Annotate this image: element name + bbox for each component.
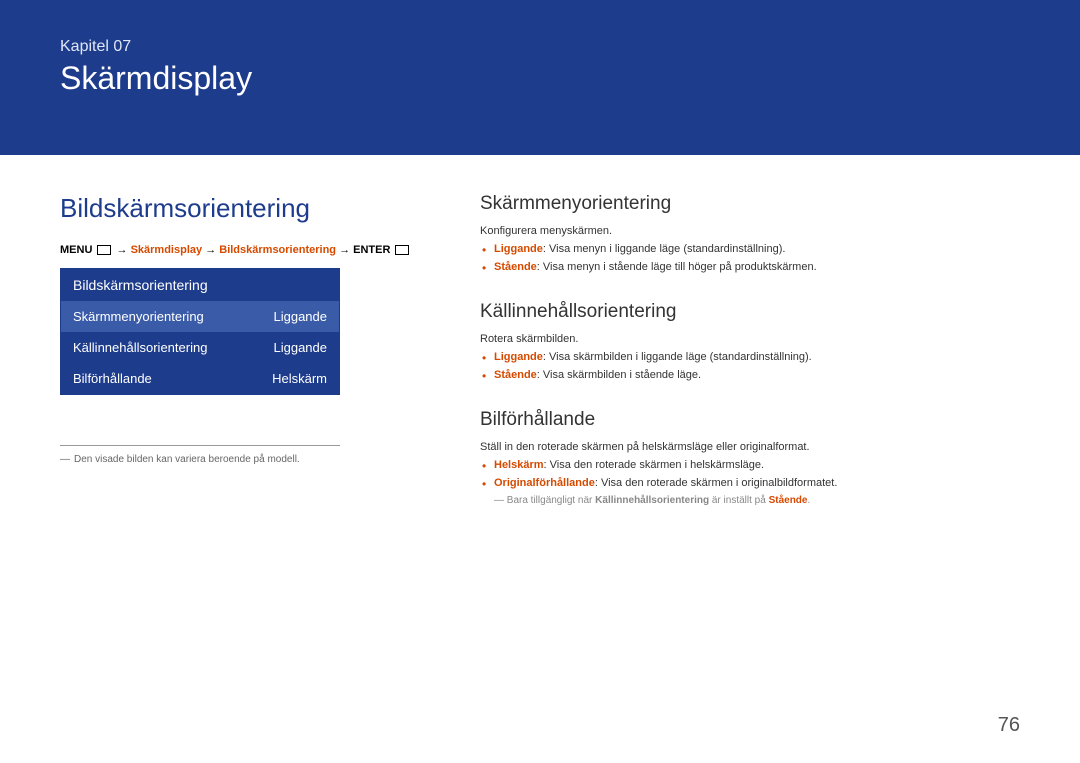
list-item: Helskärm: Visa den roterade skärmen i he… [494,459,1020,471]
desc: : Visa skärmbilden i stående läge. [537,369,701,381]
menu-box-header: Bildskärmsorientering [61,269,339,301]
body-text: Rotera skärmbilden. [480,333,1020,345]
enter-icon [395,245,409,255]
breadcrumb-arrow: → [117,244,128,256]
term: Liggande [494,243,543,255]
desc: : Visa menyn i stående läge till höger p… [537,261,817,273]
footnote-bold: Källinnehållsorientering [595,495,709,506]
breadcrumb-arrow: → [205,244,216,256]
chapter-title: Skärmdisplay [60,60,1020,97]
term: Originalförhållande [494,477,595,489]
bullet-list: Helskärm: Visa den roterade skärmen i he… [480,459,1020,489]
list-item: Originalförhållande: Visa den roterade s… [494,477,1020,489]
term: Helskärm [494,459,544,471]
subsection-title: Källinnehållsorientering [480,301,1020,323]
menu-icon [97,245,111,255]
term: Stående [494,369,537,381]
section-title: Bildskärmsorientering [60,193,440,224]
menu-row-label: Bilförhållande [73,371,152,386]
list-item: Liggande: Visa menyn i liggande läge (st… [494,243,1020,255]
menu-row-label: Skärmmenyorientering [73,309,204,324]
list-item: Stående: Visa menyn i stående läge till … [494,261,1020,273]
desc: : Visa menyn i liggande läge (standardin… [543,243,786,255]
footnote-mid: är inställt på [709,495,768,506]
menu-row[interactable]: Bilförhållande Helskärm [61,363,339,394]
menu-row-label: Källinnehållsorientering [73,340,207,355]
chapter-label: Kapitel 07 [60,38,1020,56]
breadcrumb-menu: MENU [60,244,92,256]
desc: : Visa den roterade skärmen i helskärmsl… [544,459,765,471]
content-area: Bildskärmsorientering MENU → Skärmdispla… [0,155,1080,506]
desc: : Visa den roterade skärmen i originalbi… [595,477,838,489]
bullet-list: Liggande: Visa menyn i liggande läge (st… [480,243,1020,273]
divider [60,445,340,446]
list-item: Stående: Visa skärmbilden i stående läge… [494,369,1020,381]
menu-row[interactable]: Skärmmenyorientering Liggande [61,301,339,332]
left-column: Bildskärmsorientering MENU → Skärmdispla… [60,193,440,506]
footnote-text: Den visade bilden kan variera beroende p… [74,454,300,465]
menu-row-value: Helskärm [272,371,327,386]
breadcrumb: MENU → Skärmdisplay → Bildskärmsorienter… [60,244,440,256]
footnote-orange: Stående [769,495,808,506]
list-item: Liggande: Visa skärmbilden i liggande lä… [494,351,1020,363]
footnote-pre: Bara tillgängligt när [507,495,595,506]
footnote: ― Bara tillgängligt när Källinnehållsori… [480,495,1020,506]
right-column: Skärmmenyorientering Konfigurera menyskä… [480,193,1020,506]
subsection-title: Skärmmenyorientering [480,193,1020,215]
body-text: Ställ in den roterade skärmen på helskär… [480,441,1020,453]
bullet-list: Liggande: Visa skärmbilden i liggande lä… [480,351,1020,381]
chapter-header: Kapitel 07 Skärmdisplay [0,0,1080,155]
breadcrumb-part2: Bildskärmsorientering [219,244,336,256]
body-text: Konfigurera menyskärmen. [480,225,1020,237]
footnote-end: . [807,495,810,506]
menu-row-value: Liggande [274,340,328,355]
breadcrumb-enter: ENTER [353,244,390,256]
menu-box: Bildskärmsorientering Skärmmenyorienteri… [60,268,340,395]
breadcrumb-part1: Skärmdisplay [131,244,203,256]
term: Stående [494,261,537,273]
page-number: 76 [998,714,1020,737]
menu-row-value: Liggande [274,309,328,324]
breadcrumb-arrow: → [339,244,350,256]
menu-row[interactable]: Källinnehållsorientering Liggande [61,332,339,363]
desc: : Visa skärmbilden i liggande läge (stan… [543,351,812,363]
term: Liggande [494,351,543,363]
subsection-title: Bilförhållande [480,409,1020,431]
footnote: ―Den visade bilden kan variera beroende … [60,454,440,465]
